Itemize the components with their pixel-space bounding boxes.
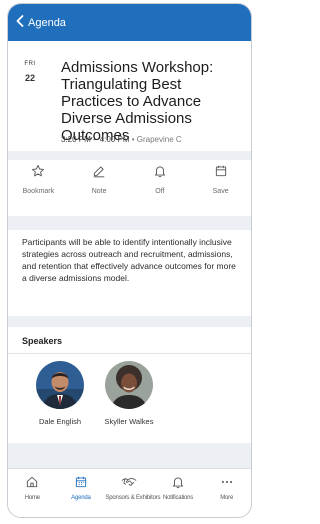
tab-label: Agenda bbox=[71, 495, 91, 501]
session-title: Admissions Workshop: Triangulating Best … bbox=[61, 59, 214, 144]
tab-label: More bbox=[220, 495, 234, 501]
speakers-section: Speakers Dale English Skyller Walkes bbox=[8, 327, 251, 443]
session-description: Participants will be able to identify in… bbox=[22, 237, 236, 283]
session-header: FRI 22 Admissions Workshop: Triangulatin… bbox=[8, 41, 251, 151]
back-button[interactable]: Agenda bbox=[16, 15, 66, 30]
day-of-week: FRI bbox=[24, 61, 36, 67]
ellipsis-icon bbox=[203, 475, 251, 491]
session-actions: Bookmark Note Off Save bbox=[8, 160, 251, 216]
description-card: Participants will be able to identify in… bbox=[8, 230, 251, 316]
tab-label: Sponsors & Exhibitors bbox=[105, 495, 161, 501]
home-icon bbox=[8, 475, 56, 491]
tab-sponsors-exhibitors[interactable]: Sponsors & Exhibitors bbox=[105, 475, 161, 501]
day-number: 22 bbox=[24, 73, 35, 83]
chevron-left-icon bbox=[16, 15, 24, 30]
note-label: Note bbox=[91, 188, 107, 195]
time-range: 3:20 PM – 4:00 PM bbox=[61, 135, 130, 144]
tab-agenda[interactable]: Agenda bbox=[57, 475, 105, 501]
speakers-header: Speakers bbox=[8, 327, 251, 354]
top-nav-bar: Agenda bbox=[8, 4, 251, 41]
tab-label: Notifications bbox=[163, 495, 194, 501]
save-label: Save bbox=[212, 188, 229, 195]
back-label: Agenda bbox=[28, 16, 66, 29]
notification-label: Off bbox=[155, 188, 165, 195]
bottom-tab-bar: Home Agenda Sponsors & Exhibitors Notifi… bbox=[8, 468, 251, 517]
speaker-card[interactable]: Dale English bbox=[25, 361, 95, 426]
bookmark-label: Bookmark bbox=[22, 188, 55, 195]
star-icon bbox=[14, 164, 62, 182]
session-location: Grapevine C bbox=[136, 135, 182, 144]
calendar-icon bbox=[57, 475, 105, 491]
bookmark-button[interactable]: Bookmark bbox=[14, 164, 62, 195]
speaker-name: Dale English bbox=[38, 417, 82, 426]
bell-icon bbox=[154, 475, 202, 491]
note-button[interactable]: Note bbox=[75, 164, 123, 195]
save-button[interactable]: Save bbox=[197, 164, 245, 195]
phone-screen: Agenda FRI 22 Admissions Workshop: Trian… bbox=[7, 3, 252, 518]
calendar-icon bbox=[197, 164, 245, 182]
tab-label: Home bbox=[24, 495, 40, 501]
session-date: FRI 22 bbox=[19, 61, 41, 83]
tab-more[interactable]: More bbox=[203, 475, 251, 501]
speaker-card[interactable]: Skyller Walkes bbox=[94, 361, 164, 426]
speaker-name: Skyller Walkes bbox=[104, 417, 154, 426]
avatar bbox=[105, 361, 153, 409]
pencil-icon bbox=[75, 164, 123, 182]
tab-home[interactable]: Home bbox=[8, 475, 56, 501]
time-separator: • bbox=[129, 135, 137, 144]
avatar bbox=[36, 361, 84, 409]
handshake-icon bbox=[105, 475, 153, 491]
speakers-heading: Speakers bbox=[22, 336, 63, 346]
bell-icon bbox=[136, 164, 184, 182]
session-time: 3:20 PM – 4:00 PM • Grapevine C bbox=[61, 135, 182, 144]
tab-notifications[interactable]: Notifications bbox=[154, 475, 202, 501]
notification-toggle-button[interactable]: Off bbox=[136, 164, 184, 195]
